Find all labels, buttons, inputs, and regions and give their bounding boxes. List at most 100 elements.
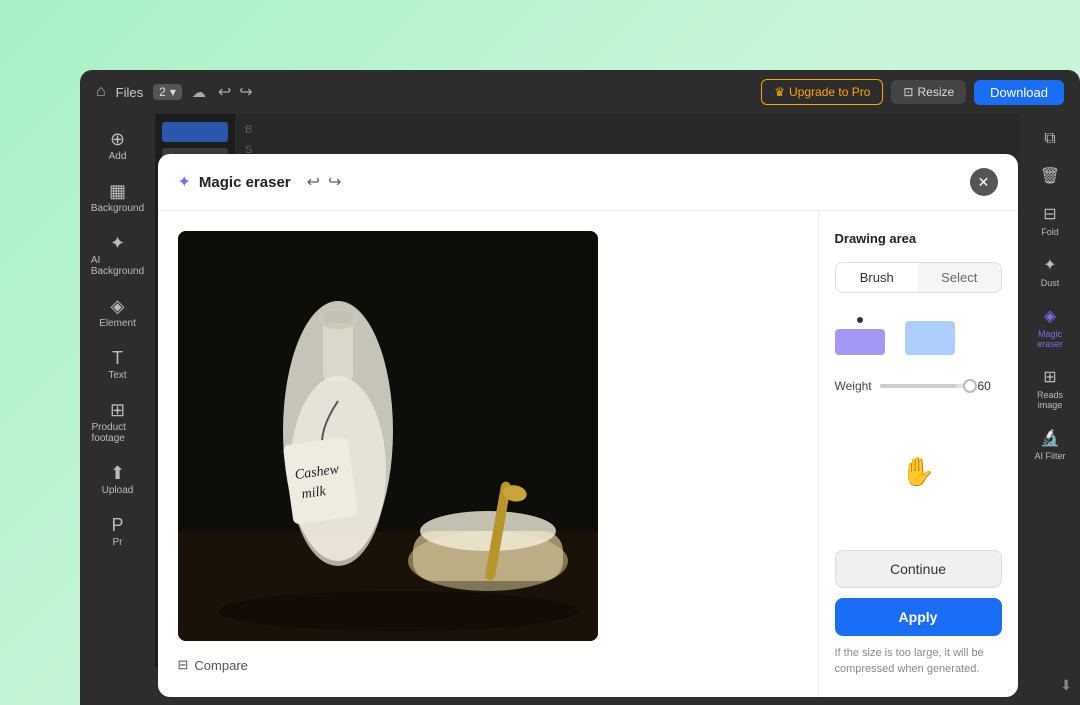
brush-option-2[interactable] bbox=[905, 321, 955, 355]
undo-icon[interactable]: ↩ bbox=[218, 82, 231, 102]
editing-image[interactable]: Cashew milk bbox=[178, 231, 598, 641]
upload-icon: ⬆ bbox=[110, 464, 125, 482]
right-tool-label: Magic eraser bbox=[1027, 329, 1073, 349]
right-tool-label: AI Filter bbox=[1034, 451, 1065, 461]
text-icon: T bbox=[112, 349, 123, 367]
download-button[interactable]: Download bbox=[974, 80, 1064, 105]
weight-value: 60 bbox=[978, 379, 1002, 393]
ai-bg-icon: ✦ bbox=[110, 234, 125, 252]
modal-image-area: Cashew milk bbox=[158, 211, 818, 697]
sidebar-item-label: Upload bbox=[102, 485, 134, 496]
right-tool-label: Reads image bbox=[1027, 390, 1073, 410]
sidebar-item-background[interactable]: ▦ Background bbox=[86, 174, 150, 222]
left-sidebar: ⊕ Add ▦ Background ✦ AI Background ◈ Ele… bbox=[80, 114, 155, 705]
redo-icon[interactable]: ↪ bbox=[239, 82, 252, 102]
right-tool-label: Dust bbox=[1041, 278, 1060, 288]
background-icon: ▦ bbox=[109, 182, 126, 200]
sidebar-item-element[interactable]: ◈ Element bbox=[86, 289, 150, 337]
modal-close-button[interactable]: ✕ bbox=[970, 168, 998, 196]
right-tool-magic-eraser[interactable]: ◈ Magic eraser bbox=[1023, 298, 1077, 357]
sidebar-item-upload[interactable]: ⬆ Upload bbox=[86, 456, 150, 504]
dust-icon: ✦ bbox=[1043, 255, 1056, 275]
right-tool-fold[interactable]: ⊟ Fold bbox=[1023, 196, 1077, 245]
brush-stroke-purple bbox=[835, 329, 885, 355]
compare-label: Compare bbox=[194, 658, 247, 673]
sidebar-item-pr[interactable]: P Pr bbox=[86, 508, 150, 556]
brush-preview-area bbox=[835, 309, 1002, 363]
modal-header: ✦ Magic eraser ↩ ↪ ✕ bbox=[158, 154, 1018, 211]
file-count[interactable]: 2 ▾ bbox=[153, 84, 182, 100]
product-icon: ⊞ bbox=[110, 401, 125, 419]
reads-image-icon: ⊞ bbox=[1043, 367, 1056, 387]
sidebar-item-add[interactable]: ⊕ Add bbox=[86, 122, 150, 170]
right-sidebar: ⧉ 🗑 ⊟ Fold ✦ Dust ◈ Magic eraser ⊞ Reads… bbox=[1020, 114, 1080, 705]
resize-button[interactable]: ⊡ Resize bbox=[891, 80, 966, 104]
files-label: Files bbox=[116, 85, 143, 100]
pr-icon: P bbox=[111, 516, 123, 534]
drawing-area-title: Drawing area bbox=[835, 231, 1002, 246]
sidebar-item-label: Add bbox=[109, 151, 127, 162]
add-icon: ⊕ bbox=[110, 130, 125, 148]
right-tool-ai-filter[interactable]: 🔬 AI Filter bbox=[1023, 420, 1077, 469]
right-tool-layers[interactable]: ⧉ bbox=[1023, 122, 1077, 156]
home-icon[interactable]: ⌂ bbox=[96, 83, 106, 101]
right-tool-reads-image[interactable]: ⊞ Reads image bbox=[1023, 359, 1077, 418]
brush-tab[interactable]: Brush bbox=[836, 263, 919, 292]
sidebar-item-label: Background bbox=[91, 203, 144, 214]
modal-undo-icon[interactable]: ↩ bbox=[307, 172, 320, 192]
topbar-actions: ↩ ↪ bbox=[218, 82, 253, 102]
sidebar-item-label: AI Background bbox=[91, 255, 144, 277]
brush-dot-small bbox=[857, 317, 863, 323]
sidebar-item-text[interactable]: T Text bbox=[86, 341, 150, 389]
brush-option-1[interactable] bbox=[835, 317, 885, 355]
right-tool-dust[interactable]: ✦ Dust bbox=[1023, 247, 1077, 296]
weight-slider[interactable] bbox=[880, 384, 970, 388]
cashew-milk-image: Cashew milk bbox=[178, 231, 598, 641]
weight-slider-thumb[interactable] bbox=[963, 379, 977, 393]
weight-label: Weight bbox=[835, 379, 872, 393]
cloud-icon[interactable]: ☁ bbox=[192, 84, 206, 101]
weight-slider-fill bbox=[880, 384, 956, 388]
fold-icon: ⊟ bbox=[1043, 204, 1056, 224]
topbar: ⌂ Files 2 ▾ ☁ ↩ ↪ ♛ Upgrade to Pro ⊡ Res… bbox=[80, 70, 1080, 114]
crown-icon: ♛ bbox=[774, 85, 785, 99]
right-tool-delete[interactable]: 🗑 bbox=[1023, 158, 1077, 194]
chevron-down-icon: ▾ bbox=[170, 85, 176, 99]
upgrade-button[interactable]: ♛ Upgrade to Pro bbox=[761, 79, 883, 105]
element-icon: ◈ bbox=[111, 297, 125, 315]
sidebar-item-ai-background[interactable]: ✦ AI Background bbox=[86, 226, 150, 285]
modal-body: Cashew milk bbox=[158, 211, 1018, 697]
continue-button[interactable]: Continue bbox=[835, 550, 1002, 588]
layers-icon: ⧉ bbox=[1044, 130, 1055, 148]
sidebar-item-label: Text bbox=[108, 370, 126, 381]
modal-undo-redo: ↩ ↪ bbox=[307, 172, 342, 192]
resize-icon: ⊡ bbox=[903, 85, 913, 99]
modal-title: Magic eraser bbox=[199, 174, 291, 191]
modal-overlay: ✦ Magic eraser ↩ ↪ ✕ bbox=[155, 114, 1020, 667]
sidebar-item-label: Pr bbox=[113, 537, 123, 548]
hand-icon: ✋ bbox=[901, 455, 936, 488]
modal-redo-icon[interactable]: ↪ bbox=[328, 172, 341, 192]
size-warning: If the size is too large, it will be com… bbox=[835, 646, 1002, 677]
magic-eraser-header-icon: ✦ bbox=[178, 172, 191, 192]
scroll-down-icon: ⬇ bbox=[1060, 677, 1072, 695]
center-area: ✋ bbox=[835, 409, 1002, 534]
tool-tabs: Brush Select bbox=[835, 262, 1002, 293]
apply-button[interactable]: Apply bbox=[835, 598, 1002, 636]
compare-button[interactable]: ⊟ Compare bbox=[178, 653, 798, 677]
magic-eraser-icon: ◈ bbox=[1044, 306, 1056, 326]
magic-eraser-modal: ✦ Magic eraser ↩ ↪ ✕ bbox=[158, 154, 1018, 697]
compare-icon: ⊟ bbox=[178, 657, 189, 673]
sidebar-item-product[interactable]: ⊞ Product footage bbox=[86, 393, 150, 452]
sidebar-item-label: Product footage bbox=[92, 422, 144, 444]
ai-filter-icon: 🔬 bbox=[1040, 428, 1060, 448]
topbar-right: ♛ Upgrade to Pro ⊡ Resize Download bbox=[761, 79, 1064, 105]
panel-footer: Continue Apply If the size is too large,… bbox=[835, 550, 1002, 677]
trash-icon: 🗑 bbox=[1040, 166, 1060, 186]
weight-row: Weight 60 bbox=[835, 379, 1002, 393]
topbar-left: ⌂ Files 2 ▾ ☁ bbox=[96, 83, 206, 101]
app-window: ⌂ Files 2 ▾ ☁ ↩ ↪ ♛ Upgrade to Pro ⊡ Res… bbox=[80, 70, 1080, 705]
select-tab[interactable]: Select bbox=[918, 263, 1001, 292]
right-tool-label: Fold bbox=[1041, 227, 1059, 237]
sidebar-item-label: Element bbox=[99, 318, 136, 329]
